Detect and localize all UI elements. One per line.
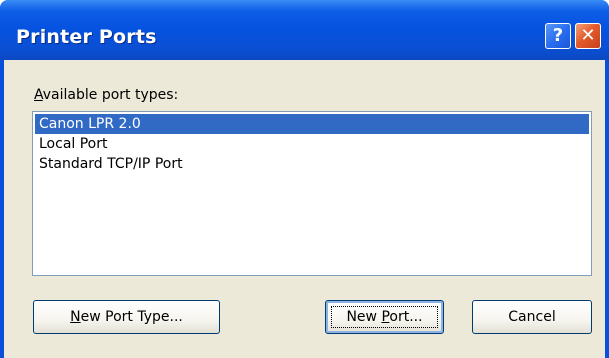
close-button[interactable]: ✕: [575, 23, 601, 49]
help-button[interactable]: ?: [545, 23, 571, 49]
cancel-button[interactable]: Cancel: [472, 300, 592, 334]
help-icon: ?: [552, 25, 564, 46]
port-types-listbox[interactable]: Canon LPR 2.0 Local Port Standard TCP/IP…: [32, 111, 592, 276]
new-port-type-button[interactable]: New Port Type...: [33, 300, 220, 334]
new-port-button[interactable]: New Port...: [325, 300, 444, 334]
title-bar[interactable]: Printer Ports ? ✕: [0, 0, 609, 60]
close-icon: ✕: [580, 25, 596, 46]
dialog-body: Available port types: Canon LPR 2.0 Loca…: [4, 60, 605, 358]
dialog-title: Printer Ports: [16, 26, 157, 48]
list-item-standard-tcpip-port[interactable]: Standard TCP/IP Port: [35, 154, 589, 174]
printer-ports-dialog: Printer Ports ? ✕ Available port types: …: [0, 0, 609, 358]
list-item-canon-lpr[interactable]: Canon LPR 2.0: [35, 114, 589, 134]
available-port-types-label: Available port types:: [34, 87, 179, 103]
list-item-local-port[interactable]: Local Port: [35, 134, 589, 154]
